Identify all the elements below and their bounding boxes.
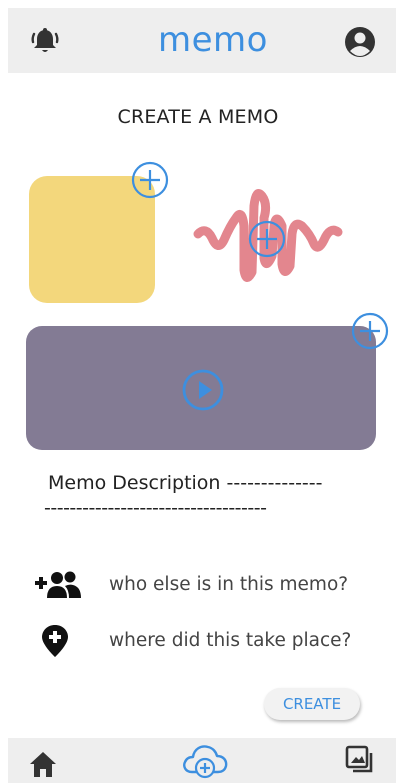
app-title: memo: [158, 20, 268, 60]
add-audio-icon[interactable]: [248, 220, 286, 258]
photo-gallery-icon[interactable]: [344, 744, 376, 776]
add-video-icon[interactable]: [351, 312, 389, 350]
bell-icon[interactable]: [30, 26, 60, 56]
create-button[interactable]: CREATE: [264, 688, 360, 720]
page-heading: CREATE A MEMO: [117, 106, 279, 128]
cloud-add-icon[interactable]: [180, 740, 230, 780]
tag-people-row[interactable]: who else is in this memo?: [0, 566, 396, 606]
memo-description-line[interactable]: -----------------------------------: [44, 497, 267, 519]
location-prompt: where did this take place?: [109, 630, 352, 651]
home-icon[interactable]: [28, 750, 58, 778]
bottom-nav-bar: [8, 738, 396, 783]
tag-people-prompt: who else is in this memo?: [109, 574, 349, 595]
location-row[interactable]: where did this take place?: [0, 622, 396, 662]
account-circle-icon[interactable]: [343, 25, 377, 59]
memo-description-label[interactable]: Memo Description --------------: [48, 472, 323, 494]
play-icon[interactable]: [181, 368, 225, 412]
add-photo-icon[interactable]: [131, 161, 169, 199]
add-location-icon: [42, 625, 68, 657]
add-people-icon: [35, 571, 81, 598]
top-bar: memo: [8, 8, 396, 73]
